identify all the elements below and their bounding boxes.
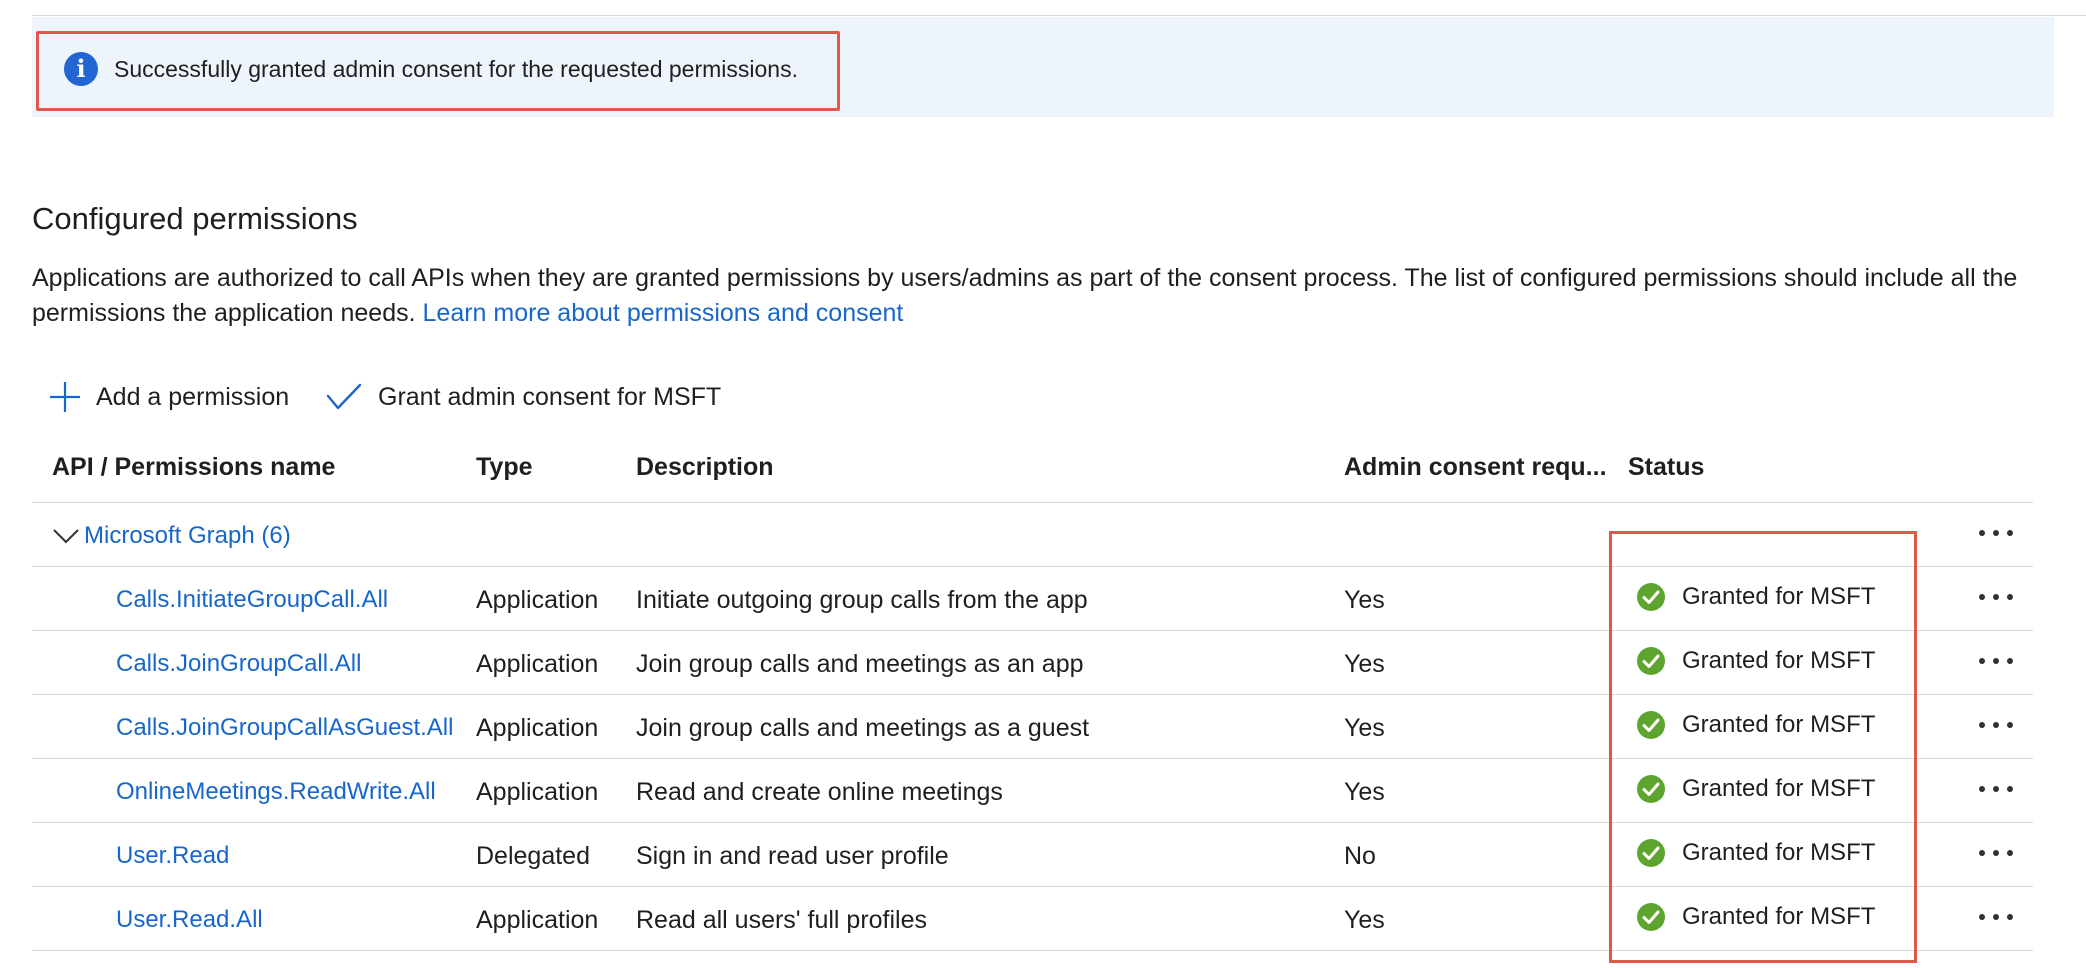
group-row-microsoft-graph[interactable]: Microsoft Graph (6) (52, 518, 291, 554)
permission-description: Read and create online meetings (636, 778, 1003, 806)
permission-description: Sign in and read user profile (636, 842, 949, 870)
more-options-icon[interactable] (1976, 582, 2016, 612)
column-header-type[interactable]: Type (476, 448, 533, 486)
permission-name-link[interactable]: Calls.JoinGroupCall.All (116, 644, 361, 684)
admin-consent-required: Yes (1344, 586, 1385, 614)
add-permission-button[interactable]: Add a permission (48, 376, 289, 418)
section-description: Applications are authorized to call APIs… (32, 261, 2042, 331)
permission-type: Delegated (476, 842, 590, 870)
header-divider (32, 502, 2033, 503)
grant-admin-consent-button[interactable]: Grant admin consent for MSFT (326, 376, 721, 418)
more-options-icon[interactable] (1976, 646, 2016, 676)
permission-type: Application (476, 586, 599, 614)
grant-admin-consent-label: Grant admin consent for MSFT (378, 382, 722, 411)
banner-message: Successfully granted admin consent for t… (114, 56, 798, 82)
permission-type: Application (476, 650, 599, 678)
admin-consent-required: Yes (1344, 714, 1385, 742)
permission-description: Initiate outgoing group calls from the a… (636, 586, 1088, 614)
more-options-icon[interactable] (1976, 838, 2016, 868)
permission-name-link[interactable]: OnlineMeetings.ReadWrite.All (116, 772, 436, 812)
admin-consent-required: Yes (1344, 906, 1385, 934)
column-header-description[interactable]: Description (636, 448, 774, 486)
permission-name-link[interactable]: User.Read.All (116, 900, 263, 940)
permission-type: Application (476, 906, 599, 934)
more-options-icon[interactable] (1976, 518, 2016, 548)
admin-consent-required: Yes (1344, 650, 1385, 678)
learn-more-link[interactable]: Learn more about permissions and consent (423, 299, 904, 327)
more-options-icon[interactable] (1976, 710, 2016, 740)
permission-description: Read all users' full profiles (636, 906, 928, 934)
permission-name-link[interactable]: Calls.JoinGroupCallAsGuest.All (116, 708, 453, 748)
top-divider (32, 15, 2086, 16)
more-options-icon[interactable] (1976, 902, 2016, 932)
permission-description: Join group calls and meetings as an app (636, 650, 1084, 678)
add-permission-label: Add a permission (96, 382, 290, 411)
column-header-status[interactable]: Status (1628, 448, 1704, 486)
chevron-down-icon (53, 529, 79, 544)
permission-type: Application (476, 714, 599, 742)
section-title: Configured permissions (32, 201, 358, 236)
more-options-icon[interactable] (1976, 774, 2016, 804)
permission-name-link[interactable]: Calls.InitiateGroupCall.All (116, 580, 388, 620)
info-icon: i (64, 52, 98, 86)
status-highlight-box (1609, 531, 1917, 963)
plus-icon (50, 382, 80, 412)
permission-type: Application (476, 778, 599, 806)
description-text: Applications are authorized to call APIs… (32, 264, 2018, 327)
api-permissions-page: i Successfully granted admin consent for… (0, 0, 2086, 968)
checkmark-icon (326, 383, 362, 410)
column-header-permission-name[interactable]: API / Permissions name (52, 448, 335, 486)
group-label: Microsoft Graph (6) (84, 522, 291, 549)
column-header-admin-consent[interactable]: Admin consent requ... (1344, 448, 1607, 486)
permission-description: Join group calls and meetings as a guest (636, 714, 1090, 742)
permission-name-link[interactable]: User.Read (116, 836, 229, 876)
admin-consent-required: No (1344, 842, 1376, 870)
admin-consent-required: Yes (1344, 778, 1385, 806)
